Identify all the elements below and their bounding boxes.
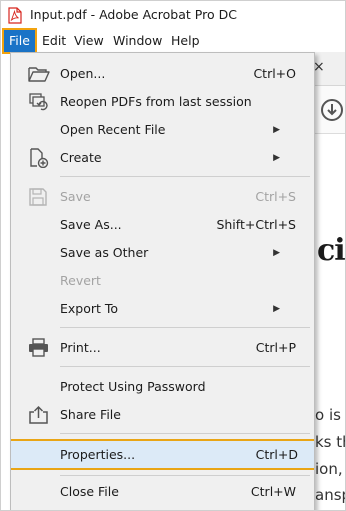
create-pdf-icon <box>28 148 50 169</box>
menu-item-label: Create <box>60 150 102 165</box>
menu-item-label: Revert <box>60 273 101 288</box>
title-bar: Input.pdf - Adobe Acrobat Pro DC <box>1 1 345 30</box>
menu-help[interactable]: Help <box>164 30 207 52</box>
menu-item-print[interactable]: Print... Ctrl+P <box>11 334 314 362</box>
document-text-line: o is a <box>315 406 345 424</box>
menu-item-protect-password[interactable]: Protect Using Password <box>11 373 314 401</box>
menu-item-shortcut: Ctrl+S <box>255 189 296 204</box>
menu-item-label: Properties... <box>60 447 136 462</box>
submenu-arrow-icon: ▶ <box>273 153 280 163</box>
printer-icon <box>28 338 50 358</box>
menu-separator <box>60 475 310 476</box>
menu-item-save-as-other[interactable]: Save as Other ▶ <box>11 239 314 267</box>
menu-item-close-file[interactable]: Close File Ctrl+W <box>11 478 314 506</box>
menu-item-create[interactable]: Create ▶ <box>11 144 314 172</box>
menu-item-open[interactable]: Open... Ctrl+O <box>11 60 314 88</box>
menu-item-shortcut: Ctrl+P <box>255 340 296 355</box>
menu-item-reopen-pdfs[interactable]: Reopen PDFs from last session <box>11 88 314 116</box>
menu-item-label: Protect Using Password <box>60 379 206 394</box>
folder-open-icon <box>28 64 50 84</box>
share-icon <box>28 405 50 425</box>
submenu-arrow-icon: ▶ <box>273 248 280 258</box>
menu-item-label: Save As... <box>60 217 122 232</box>
menu-item-label: Reopen PDFs from last session <box>60 94 252 109</box>
acrobat-window: Input.pdf - Adobe Acrobat Pro DC File Ed… <box>0 0 346 511</box>
menu-separator <box>60 176 310 177</box>
menu-item-label: Open... <box>60 66 106 81</box>
menu-separator <box>60 366 310 367</box>
menu-item-open-recent[interactable]: Open Recent File ▶ <box>11 116 314 144</box>
menu-separator <box>60 327 310 328</box>
menu-item-share-file[interactable]: Share File <box>11 401 314 429</box>
menu-item-export-to[interactable]: Export To ▶ <box>11 295 314 323</box>
menu-item-shortcut: Ctrl+O <box>253 66 296 81</box>
menu-window[interactable]: Window <box>106 30 169 52</box>
menu-item-label: Share File <box>60 407 121 422</box>
menu-item-label: Save as Other <box>60 245 149 260</box>
menu-file[interactable]: File <box>2 28 37 54</box>
menu-item-label: Print... <box>60 340 101 355</box>
window-title: Input.pdf - Adobe Acrobat Pro DC <box>30 7 237 22</box>
menu-view[interactable]: View <box>67 30 111 52</box>
file-menu-dropdown: Open... Ctrl+O Reopen PDFs from last ses… <box>10 52 315 510</box>
submenu-arrow-icon: ▶ <box>273 125 280 135</box>
menu-separator <box>60 433 310 434</box>
document-heading-fragment: cia <box>317 233 345 268</box>
menu-item-shortcut: Ctrl+D <box>255 447 298 462</box>
menu-item-shortcut: Shift+Ctrl+S <box>216 217 296 232</box>
document-page <box>311 134 345 510</box>
save-icon <box>28 187 50 207</box>
reopen-pdfs-icon <box>28 92 50 112</box>
document-text-line: ion, <box>315 460 343 478</box>
submenu-arrow-icon: ▶ <box>273 304 280 314</box>
menu-item-save-as[interactable]: Save As... Shift+Ctrl+S <box>11 211 314 239</box>
menu-item-label: Open Recent File <box>60 122 166 137</box>
pdf-file-icon <box>8 7 22 24</box>
menu-item-label: Export To <box>60 301 119 316</box>
download-icon[interactable] <box>321 99 343 121</box>
menu-item-label: Save <box>60 189 91 204</box>
menu-item-shortcut: Ctrl+W <box>250 484 296 499</box>
document-text-line: ks th <box>315 433 345 451</box>
menu-item-save[interactable]: Save Ctrl+S <box>11 183 314 211</box>
menu-item-revert[interactable]: Revert <box>11 267 314 295</box>
document-text-line: ansp <box>315 486 345 504</box>
menu-bar: File Edit View Window Help <box>1 28 345 54</box>
menu-item-label: Close File <box>60 484 119 499</box>
menu-item-properties[interactable]: Properties... Ctrl+D <box>11 439 314 470</box>
